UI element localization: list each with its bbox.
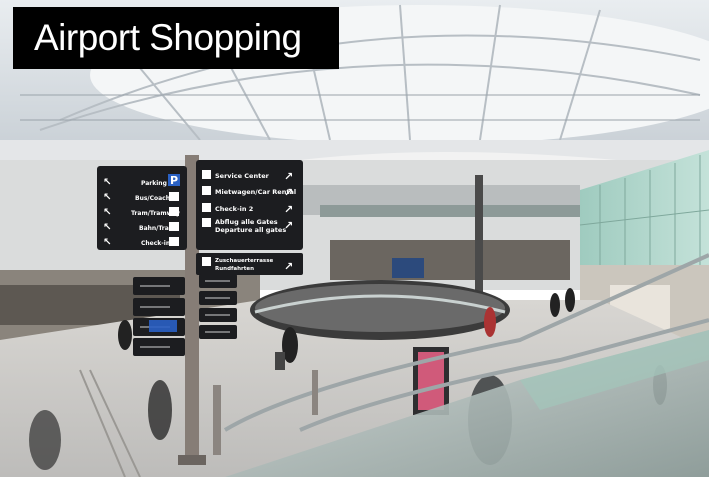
arrow-icon: ↗ — [284, 203, 293, 216]
train-icon — [169, 222, 179, 231]
arrow-icon: ↗ — [284, 219, 293, 232]
arrow-icon: ↖ — [103, 192, 111, 203]
arrow-icon: ↗ — [284, 186, 293, 199]
arrow-icon: ↖ — [103, 222, 111, 233]
sign-item-checkin-2: Check-in 2 — [215, 205, 253, 213]
info-icon — [202, 170, 211, 179]
photo-frame: ↖ Parking 60 P ↖ Bus/Coaches ↖ Tram/Tram… — [0, 0, 709, 477]
sign-item-tours: Rundfahrten — [215, 266, 254, 272]
title-banner: Airport Shopping — [13, 7, 339, 69]
arrow-icon: ↗ — [284, 260, 293, 273]
sign-item-abflug: Abflug alle Gates — [215, 218, 278, 226]
sign-item-service-center: Service Center — [215, 172, 270, 180]
tram-icon — [169, 207, 179, 216]
arrow-icon: ↖ — [103, 207, 111, 218]
parking-letter: P — [170, 174, 178, 187]
page-title: Airport Shopping — [34, 17, 302, 58]
arrow-icon: ↖ — [103, 177, 111, 188]
arrow-icon: ↖ — [103, 237, 111, 248]
screen — [392, 258, 424, 278]
checkin-icon — [169, 237, 179, 246]
plane-icon — [202, 218, 211, 227]
airport-hall-photo: ↖ Parking 60 P ↖ Bus/Coaches ↖ Tram/Tram… — [0, 0, 709, 477]
sign-item-terrace: Zuschauerterrasse — [215, 258, 273, 264]
arrow-icon: ↗ — [284, 170, 293, 183]
pillar — [475, 175, 483, 300]
terrace-icon — [202, 257, 211, 266]
car-icon — [202, 186, 211, 195]
sign-item-departure: Departure all gates — [215, 226, 286, 234]
checkin-icon — [202, 203, 211, 212]
bus-icon — [169, 192, 179, 201]
